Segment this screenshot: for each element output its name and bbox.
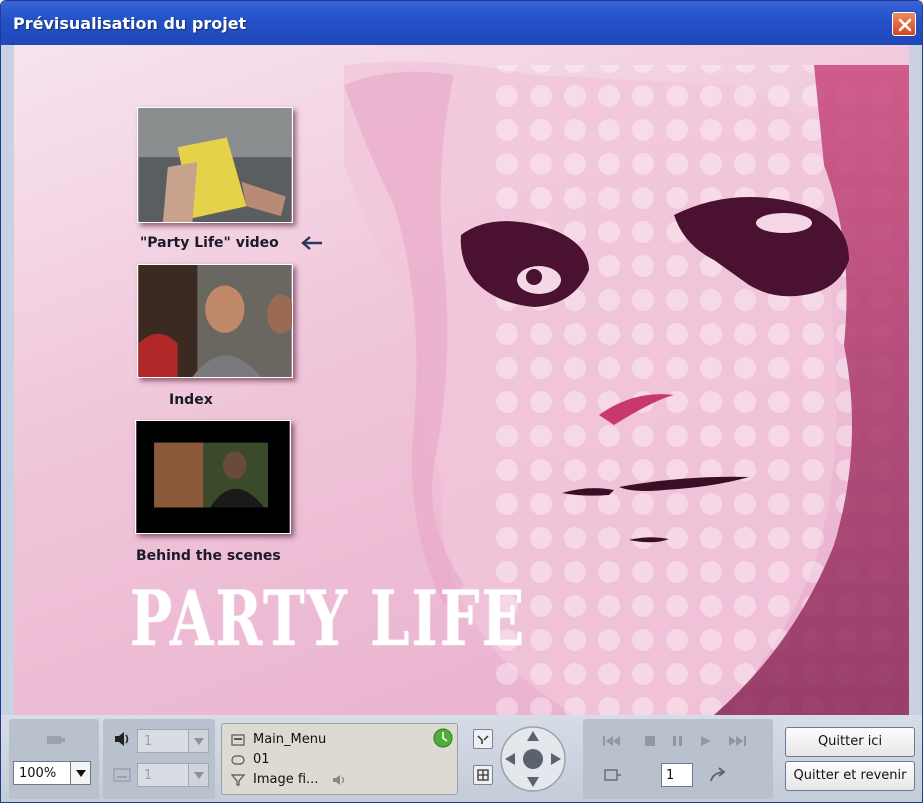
grid-icon: [477, 769, 489, 781]
zoom-panel: [9, 719, 99, 799]
party-life-logo: PARTY LIFE: [130, 575, 527, 665]
quit-and-return-button[interactable]: Quitter et revenir: [785, 761, 915, 791]
transport-controls: [603, 736, 746, 746]
close-icon: [898, 18, 912, 32]
zoom-select[interactable]: 100%: [13, 761, 91, 785]
audio-stream-value: 1: [144, 734, 153, 749]
skip-back-icon: [603, 736, 620, 746]
menu-preview-stage: "Party Life" video Index Behind the scen…: [14, 45, 909, 715]
menu-item-party-life-video[interactable]: "Party Life" video: [140, 235, 279, 251]
sound-icon: [333, 775, 345, 785]
chevron-down-icon[interactable]: [188, 730, 208, 752]
menu-item-behind-the-scenes[interactable]: Behind the scenes: [136, 548, 281, 564]
audio-stream-select[interactable]: 1: [137, 729, 209, 753]
pause-icon: [673, 736, 682, 746]
grid-button[interactable]: [473, 765, 493, 785]
button-number: 01: [253, 752, 270, 767]
menu-icon: [231, 734, 245, 746]
left-arrow-icon: [301, 236, 322, 250]
navigation-pad[interactable]: [499, 725, 567, 793]
stop-icon: [645, 736, 655, 746]
return-icon: [477, 735, 489, 744]
title-bar[interactable]: Prévisualisation du projet: [1, 1, 922, 45]
menu-name: Main_Menu: [253, 732, 327, 747]
play-icon: [701, 736, 711, 746]
subtitle-icon: [113, 768, 131, 782]
chevron-down-icon[interactable]: [188, 764, 208, 786]
index-thumbnail[interactable]: [137, 264, 293, 378]
transport-panel: [583, 719, 773, 799]
remote-icon: [47, 736, 65, 744]
redo-icon[interactable]: [707, 767, 729, 783]
control-bar: 100% 1 1 Main_Menu 01 Image fi... 1 Quit…: [1, 715, 922, 802]
preview-window: Prévisualisation du projet "Party Life" …: [0, 0, 923, 803]
window-title: Prévisualisation du projet: [13, 14, 247, 33]
subtitle-stream-value: 1: [144, 768, 153, 783]
button-icon: [231, 755, 245, 765]
filter-icon: [231, 774, 245, 786]
frame-input[interactable]: 1: [661, 763, 693, 787]
subtitle-stream-select[interactable]: 1: [137, 763, 209, 787]
zoom-value: 100%: [19, 766, 57, 781]
party-life-video-thumbnail[interactable]: [137, 107, 293, 223]
speaker-icon: [115, 732, 129, 746]
behind-the-scenes-thumbnail[interactable]: [135, 420, 291, 534]
close-button[interactable]: [892, 12, 916, 36]
status-globe-icon: [433, 728, 453, 748]
menu-info-box: Main_Menu 01 Image fi...: [221, 723, 458, 795]
go-up-button[interactable]: [473, 729, 493, 749]
menu-item-index[interactable]: Index: [169, 392, 213, 408]
frame-icon: [604, 769, 621, 781]
item-type: Image fi...: [253, 772, 319, 787]
chevron-down-icon[interactable]: [70, 762, 90, 784]
skip-forward-icon: [729, 736, 746, 746]
quit-here-button[interactable]: Quitter ici: [785, 727, 915, 757]
